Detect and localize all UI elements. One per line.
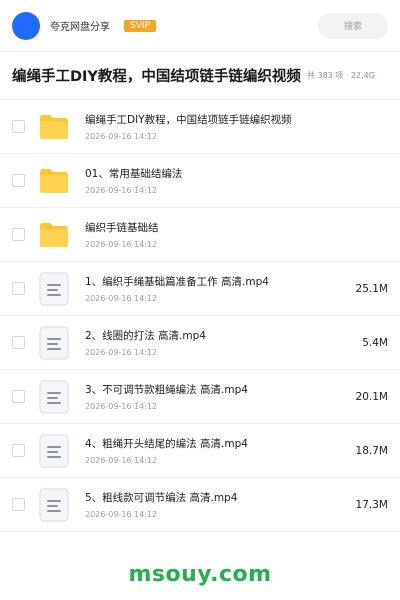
item-count: 共 383 项 · 22.4G (306, 71, 375, 80)
item-name: 编织手链基础结 (85, 222, 159, 234)
file-list: 编绳手工DIY教程，中国结项链手链编织视频 2026-09-16 14:12 0… (0, 100, 400, 532)
item-date: 2026-09-16 14:12 (85, 294, 158, 303)
select-checkbox[interactable] (12, 228, 25, 241)
file-icon (37, 379, 71, 414)
list-item[interactable]: 编绳手工DIY教程，中国结项链手链编织视频 2026-09-16 14:12 (0, 100, 400, 154)
item-name: 编绳手工DIY教程，中国结项链手链编织视频 (85, 114, 292, 126)
item-date: 2026-09-16 14:12 (85, 510, 158, 519)
select-checkbox[interactable] (12, 390, 25, 403)
svip-badge: SVIP (124, 19, 156, 32)
file-icon (37, 271, 71, 306)
list-item[interactable]: 4、粗绳开头结尾的编法 高清.mp4 2026-09-16 14:12 18.7… (0, 424, 400, 478)
list-item[interactable]: 5、粗线款可调节编法 高清.mp4 2026-09-16 14:12 17.3M (0, 478, 400, 532)
folder-icon (37, 110, 71, 144)
item-name: 5、粗线款可调节编法 高清.mp4 (85, 492, 238, 504)
folder-icon (37, 164, 71, 198)
top-bar: 夸克网盘分享 SVIP 搜索 (0, 0, 400, 52)
page-title: 编绳手工DIY教程，中国结项链手链编织视频 (12, 69, 301, 85)
list-item[interactable]: 3、不可调节款粗绳编法 高清.mp4 2026-09-16 14:12 20.1… (0, 370, 400, 424)
list-item[interactable]: 2、线圈的打法 高清.mp4 2026-09-16 14:12 5.4M (0, 316, 400, 370)
item-date: 2026-09-16 14:12 (85, 132, 158, 141)
file-icon (37, 433, 71, 468)
avatar[interactable] (12, 11, 40, 40)
file-icon (37, 325, 71, 360)
select-checkbox[interactable] (12, 174, 25, 187)
item-date: 2026-09-16 14:12 (85, 402, 158, 411)
folder-icon (37, 218, 71, 252)
item-name: 2、线圈的打法 高清.mp4 (85, 330, 206, 342)
select-checkbox[interactable] (12, 282, 25, 295)
select-checkbox[interactable] (12, 498, 25, 511)
list-item[interactable]: 1、编织手绳基础篇准备工作 高清.mp4 2026-09-16 14:12 25… (0, 262, 400, 316)
item-date: 2026-09-16 14:12 (85, 456, 158, 465)
title-row: 编绳手工DIY教程，中国结项链手链编织视频 共 383 项 · 22.4G (0, 52, 400, 100)
brand-watermark: msouy.com (128, 562, 272, 587)
select-checkbox[interactable] (12, 120, 25, 133)
item-date: 2026-09-16 14:12 (85, 240, 158, 249)
item-size: 17.3M (355, 498, 388, 511)
select-checkbox[interactable] (12, 336, 25, 349)
item-size: 20.1M (355, 390, 388, 403)
app-name: 夸克网盘分享 (50, 22, 110, 33)
item-name: 01、常用基础结编法 (85, 168, 183, 180)
item-size: 25.1M (355, 282, 388, 295)
search-placeholder: 搜索 (343, 22, 362, 32)
item-date: 2026-09-16 14:12 (85, 348, 158, 357)
item-size: 18.7M (355, 444, 388, 457)
item-size: 5.4M (362, 336, 388, 349)
select-checkbox[interactable] (12, 444, 25, 457)
file-icon (37, 487, 71, 522)
search-input[interactable]: 搜索 (318, 12, 388, 39)
list-item[interactable]: 编织手链基础结 2026-09-16 14:12 (0, 208, 400, 262)
item-name: 4、粗绳开头结尾的编法 高清.mp4 (85, 438, 248, 450)
item-name: 1、编织手绳基础篇准备工作 高清.mp4 (85, 276, 269, 288)
item-date: 2026-09-16 14:12 (85, 186, 158, 195)
list-item[interactable]: 01、常用基础结编法 2026-09-16 14:12 (0, 154, 400, 208)
item-name: 3、不可调节款粗绳编法 高清.mp4 (85, 384, 248, 396)
